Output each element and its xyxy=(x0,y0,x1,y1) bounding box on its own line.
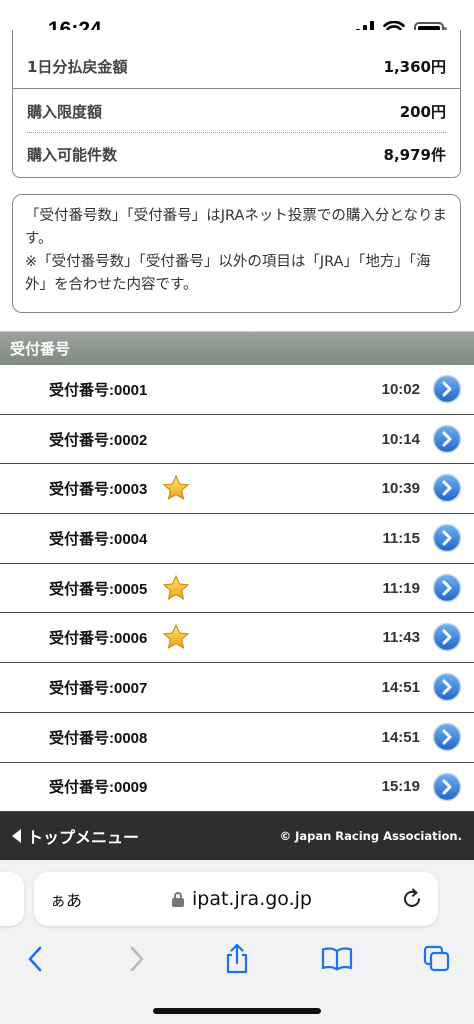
address-bar[interactable]: ぁあ ipat.jra.go.jp xyxy=(34,872,438,926)
back-button[interactable] xyxy=(18,942,52,976)
bookmarks-button[interactable] xyxy=(320,942,354,976)
previous-tab-preview[interactable] xyxy=(0,872,24,926)
receipt-number: 受付番号:0001 xyxy=(49,381,148,399)
url-display[interactable]: ipat.jra.go.jp xyxy=(172,888,312,910)
chevron-left-icon xyxy=(28,946,42,972)
receipt-list: 受付番号:0001 10:02 受付番号:0002 10:14 受付番号:000… xyxy=(0,365,474,813)
receipt-time: 14:51 xyxy=(381,678,420,696)
receipt-time: 10:02 xyxy=(381,380,420,398)
receipt-number: 受付番号:0008 xyxy=(49,729,148,747)
list-item[interactable]: 受付番号:0004 11:15 xyxy=(0,514,474,564)
receipt-number: 受付番号:0007 xyxy=(49,679,148,697)
section-header: 受付番号 xyxy=(0,331,474,365)
top-menu-link[interactable]: トップメニュー xyxy=(12,824,139,848)
chevron-right-icon xyxy=(130,946,144,972)
receipt-number: 受付番号:0005 xyxy=(49,580,148,598)
summary-box: 1日分払戻金額 1,360円 購入限度額 200円 購入可能件数 8,979件 xyxy=(12,30,461,178)
chevron-right-circle-icon[interactable] xyxy=(432,573,462,603)
browser-chrome: ぁあ ipat.jra.go.jp xyxy=(0,860,474,1024)
home-indicator xyxy=(153,1008,321,1014)
note-line: 「受付番号数」「受付番号」はJRAネット投票での購入分となります。 xyxy=(25,208,447,247)
tabs-icon xyxy=(423,945,450,972)
tabs-button[interactable] xyxy=(420,942,454,976)
lock-icon xyxy=(172,891,184,907)
receipt-number: 受付番号:0009 xyxy=(49,779,148,797)
chevron-right-circle-icon[interactable] xyxy=(432,622,462,652)
chevron-right-circle-icon[interactable] xyxy=(432,424,462,454)
summary-value: 1,360円 xyxy=(383,57,446,76)
summary-label: 購入限度額 xyxy=(27,102,103,121)
chevron-right-circle-icon[interactable] xyxy=(432,722,462,752)
browser-toolbar xyxy=(0,938,474,982)
forward-button[interactable] xyxy=(120,942,154,976)
list-item[interactable]: 受付番号:0009 15:19 xyxy=(0,762,474,813)
back-arrow-icon xyxy=(12,829,21,843)
receipt-number: 受付番号:0003 xyxy=(49,481,148,499)
receipt-time: 10:14 xyxy=(381,430,420,448)
receipt-time: 11:19 xyxy=(382,579,420,597)
url-text: ipat.jra.go.jp xyxy=(192,888,312,910)
list-item[interactable]: 受付番号:0002 10:14 xyxy=(0,414,474,465)
chevron-right-circle-icon[interactable] xyxy=(432,523,462,553)
summary-row-count: 購入可能件数 8,979件 xyxy=(27,132,446,176)
receipt-number: 受付番号:0002 xyxy=(49,431,148,449)
chevron-right-circle-icon[interactable] xyxy=(432,473,462,503)
list-item[interactable]: 受付番号:0003 10:39 xyxy=(0,464,474,515)
receipt-time: 15:19 xyxy=(381,778,420,796)
receipt-time: 11:43 xyxy=(382,629,420,647)
footer-bar: トップメニュー © Japan Racing Association. xyxy=(0,812,474,860)
reload-icon[interactable] xyxy=(400,887,424,911)
summary-row-payout: 1日分払戻金額 1,360円 xyxy=(27,44,446,88)
receipt-number: 受付番号:0004 xyxy=(49,530,148,548)
list-item[interactable]: 受付番号:0008 14:51 xyxy=(0,712,474,763)
chevron-right-circle-icon[interactable] xyxy=(432,672,462,702)
list-item[interactable]: 受付番号:0005 11:19 xyxy=(0,563,474,614)
summary-value: 200円 xyxy=(399,102,446,121)
chevron-right-circle-icon[interactable] xyxy=(432,374,462,404)
list-item[interactable]: 受付番号:0007 14:51 xyxy=(0,663,474,713)
top-menu-label: トップメニュー xyxy=(27,828,140,847)
summary-label: 1日分払戻金額 xyxy=(27,57,128,76)
section-title: 受付番号 xyxy=(10,340,71,358)
list-item[interactable]: 受付番号:0001 10:02 xyxy=(0,365,474,415)
note-box: 「受付番号数」「受付番号」はJRAネット投票での購入分となります。 ※「受付番号… xyxy=(12,194,461,313)
star-icon xyxy=(162,624,190,650)
receipt-time: 14:51 xyxy=(381,728,420,746)
receipt-time: 11:15 xyxy=(382,529,420,547)
star-icon xyxy=(162,574,190,600)
list-item[interactable]: 受付番号:0006 11:43 xyxy=(0,613,474,664)
share-button[interactable] xyxy=(220,942,254,976)
summary-value: 8,979件 xyxy=(383,145,446,164)
page-settings-button[interactable]: ぁあ xyxy=(50,887,82,911)
summary-row-limit: 購入限度額 200円 xyxy=(27,89,446,133)
chevron-right-circle-icon[interactable] xyxy=(432,772,462,802)
receipt-time: 10:39 xyxy=(381,480,420,498)
summary-label: 購入可能件数 xyxy=(27,145,118,164)
share-icon xyxy=(226,943,248,974)
star-icon xyxy=(162,475,190,501)
note-line: ※「受付番号数」「受付番号」以外の項目は「JRA」「地方」「海外」を合わせた内容… xyxy=(25,254,431,293)
book-icon xyxy=(321,947,353,971)
receipt-number: 受付番号:0006 xyxy=(49,630,148,648)
copyright: © Japan Racing Association. xyxy=(279,829,462,843)
